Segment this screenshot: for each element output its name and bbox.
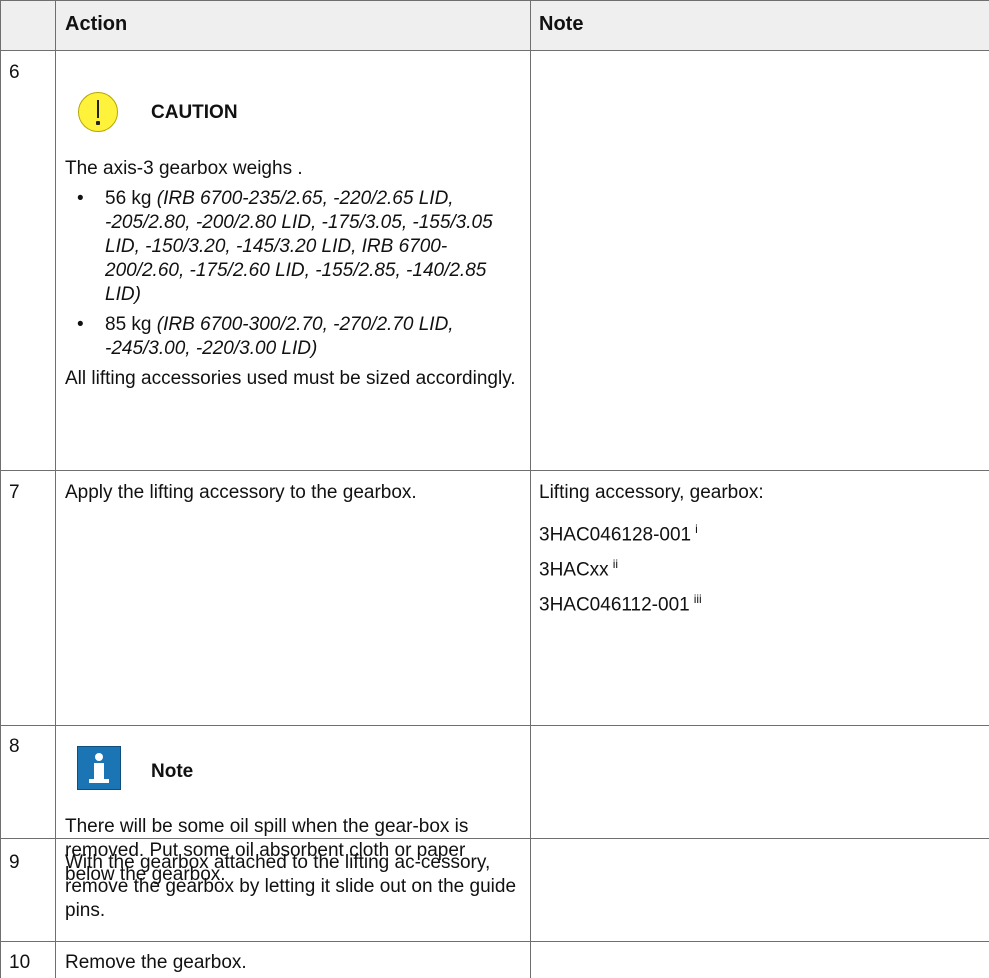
step-number: 9 bbox=[9, 852, 20, 873]
note-label: Note bbox=[151, 761, 194, 782]
caution-label: CAUTION bbox=[151, 102, 238, 123]
step-7-action: Apply the lifting accessory to the gearb… bbox=[65, 482, 417, 503]
list-item: • 85 kg (IRB 6700-300/2.70, -270/2.70 LI… bbox=[65, 313, 525, 361]
step-9-action: With the gearbox attached to the lifting… bbox=[65, 852, 517, 921]
column-header-note: Note bbox=[539, 13, 584, 35]
divider bbox=[1, 941, 989, 942]
table-header bbox=[1, 0, 989, 50]
model-list: (IRB 6700-300/2.70, -270/2.70 LID, -245/… bbox=[105, 314, 454, 359]
procedure-table: Action Note 6 CAUTION The axis-3 gearbox… bbox=[0, 0, 989, 978]
divider bbox=[1, 50, 989, 51]
footnote-marker: i bbox=[695, 522, 698, 536]
bullet: • bbox=[77, 188, 84, 209]
caution-exclamation-icon bbox=[78, 92, 118, 132]
bullet: • bbox=[77, 314, 84, 335]
step-number: 7 bbox=[9, 482, 20, 503]
list-item: • 56 kg (IRB 6700-235/2.65, -220/2.65 LI… bbox=[65, 187, 525, 307]
reference-code: 3HAC046112-001 iii bbox=[539, 592, 702, 616]
weight-value: 56 kg bbox=[105, 188, 152, 209]
divider bbox=[55, 0, 56, 978]
step-6-content: The axis-3 gearbox weighs . • 56 kg (IRB… bbox=[65, 157, 525, 391]
weight-list: • 56 kg (IRB 6700-235/2.65, -220/2.65 LI… bbox=[65, 187, 525, 361]
reference-code: 3HAC046128-001 i bbox=[539, 522, 698, 546]
step-number: 8 bbox=[9, 736, 20, 757]
divider bbox=[1, 0, 989, 1]
note-title: Lifting accessory, gearbox: bbox=[539, 482, 764, 503]
model-list: (IRB 6700-235/2.65, -220/2.65 LID, -205/… bbox=[105, 188, 493, 305]
column-header-action: Action bbox=[65, 13, 128, 35]
footnote-marker: ii bbox=[612, 557, 619, 571]
reference-code: 3HACxx ii bbox=[539, 557, 619, 581]
divider bbox=[1, 725, 989, 726]
step-10-action: Remove the gearbox. bbox=[65, 952, 247, 973]
caution-closing: All lifting accessories used must be siz… bbox=[65, 368, 516, 389]
divider bbox=[530, 0, 531, 978]
info-note-icon bbox=[77, 746, 121, 790]
caution-intro: The axis-3 gearbox weighs . bbox=[65, 158, 303, 179]
footnote-marker: iii bbox=[693, 592, 702, 606]
divider bbox=[1, 470, 989, 471]
weight-value: 85 kg bbox=[105, 314, 152, 335]
step-number: 10 bbox=[9, 952, 31, 973]
step-number: 6 bbox=[9, 62, 20, 83]
